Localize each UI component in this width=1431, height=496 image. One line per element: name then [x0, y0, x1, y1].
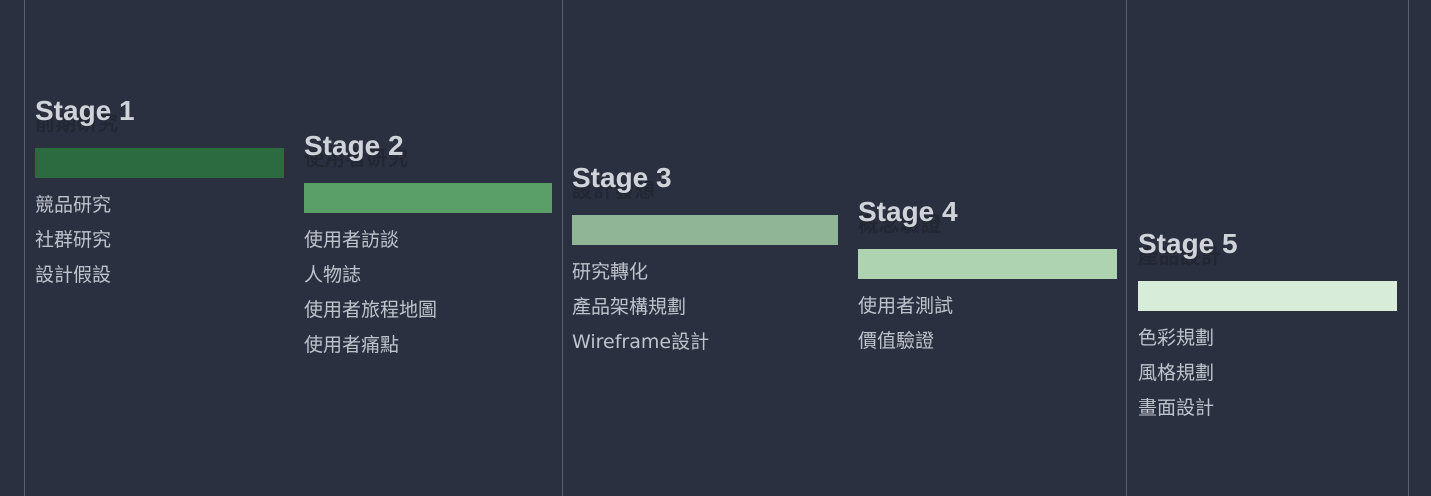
- stage-items: 競品研究 社群研究 設計假設: [35, 188, 284, 293]
- stage-2: 使用者研究 Stage 2 使用者訪談 人物誌 使用者旅程地圖 使用者痛點: [304, 130, 552, 363]
- list-item: 使用者測試: [858, 295, 954, 317]
- stage-flow-canvas: 前期研究 Stage 1 競品研究 社群研究 設計假設 使用者研究 Stage …: [0, 0, 1431, 496]
- list-item: 人物誌: [304, 264, 362, 286]
- divider-line: [24, 0, 25, 496]
- stage-1: 前期研究 Stage 1 競品研究 社群研究 設計假設: [35, 95, 284, 293]
- stage-bar: [35, 148, 284, 178]
- divider-line: [562, 0, 563, 496]
- stage-title: Stage 1: [35, 95, 135, 126]
- stage-bar: [572, 215, 838, 245]
- stage-label: 概念驗證 Stage 4: [858, 196, 1117, 236]
- stage-bar: [858, 249, 1117, 279]
- stage-label: 前期研究 Stage 1: [35, 95, 284, 135]
- stage-items: 使用者測試 價值驗證: [858, 289, 1117, 359]
- stage-items: 使用者訪談 人物誌 使用者旅程地圖 使用者痛點: [304, 223, 552, 363]
- divider-line: [1408, 0, 1409, 496]
- list-item: 畫面設計: [1138, 397, 1215, 419]
- stage-label: 產品設計 Stage 5: [1138, 228, 1397, 268]
- stage-bar: [1138, 281, 1397, 311]
- list-item: 競品研究: [35, 194, 112, 216]
- list-item: 使用者訪談: [304, 229, 400, 251]
- list-item: 研究轉化: [572, 261, 649, 283]
- list-item: Wireframe設計: [572, 331, 710, 353]
- list-item: 產品架構規劃: [572, 296, 687, 318]
- list-item: 社群研究: [35, 229, 112, 251]
- stage-5: 產品設計 Stage 5 色彩規劃 風格規劃 畫面設計: [1138, 228, 1397, 426]
- list-item: 價值驗證: [858, 330, 935, 352]
- stage-4: 概念驗證 Stage 4 使用者測試 價值驗證: [858, 196, 1117, 359]
- list-item: 使用者旅程地圖: [304, 299, 438, 321]
- stage-items: 研究轉化 產品架構規劃 Wireframe設計: [572, 255, 838, 360]
- stage-label: 設計發想 Stage 3: [572, 162, 838, 202]
- stage-title: Stage 5: [1138, 228, 1238, 259]
- list-item: 風格規劃: [1138, 362, 1215, 384]
- stage-title: Stage 4: [858, 196, 958, 227]
- stage-3: 設計發想 Stage 3 研究轉化 產品架構規劃 Wireframe設計: [572, 162, 838, 360]
- stage-bar: [304, 183, 552, 213]
- list-item: 色彩規劃: [1138, 327, 1215, 349]
- stage-items: 色彩規劃 風格規劃 畫面設計: [1138, 321, 1397, 426]
- stage-label: 使用者研究 Stage 2: [304, 130, 552, 170]
- stage-title: Stage 3: [572, 162, 672, 193]
- stage-title: Stage 2: [304, 130, 404, 161]
- list-item: 設計假設: [35, 264, 112, 286]
- divider-line: [1126, 0, 1127, 496]
- list-item: 使用者痛點: [304, 334, 400, 356]
